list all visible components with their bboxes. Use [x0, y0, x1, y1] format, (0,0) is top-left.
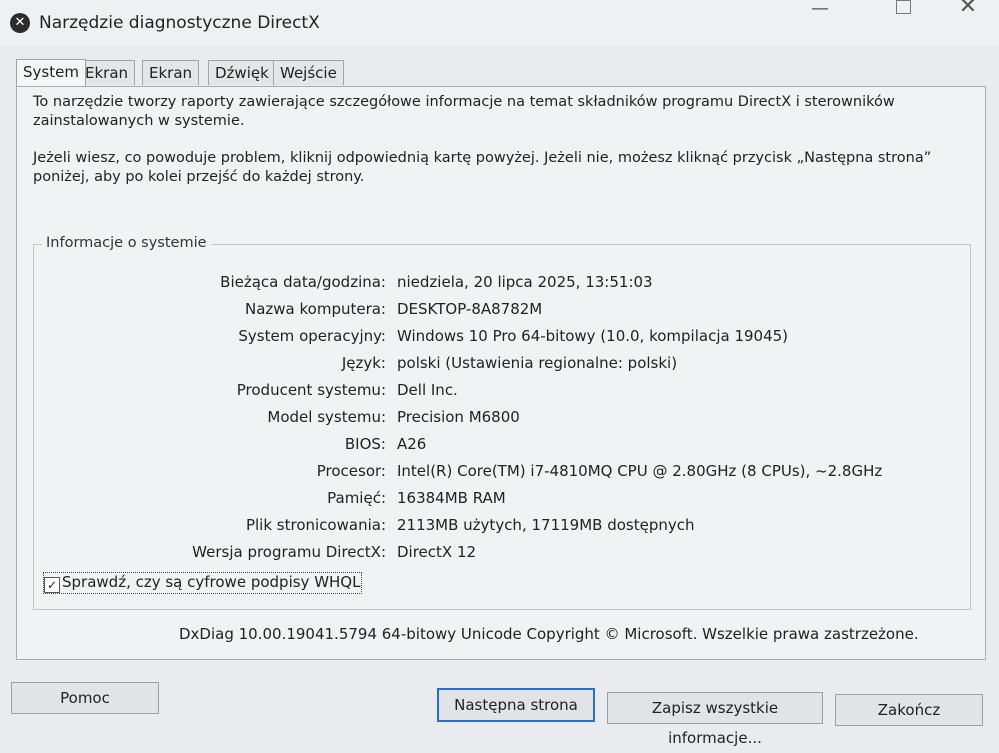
info-row-page-file: Plik stronicowania: 2113MB użytych, 1711…	[34, 516, 964, 542]
next-page-button[interactable]: Następna strona	[437, 688, 595, 722]
info-row-computer-name: Nazwa komputera: DESKTOP-8A8782M	[34, 300, 964, 326]
info-row-directx-version: Wersja programu DirectX: DirectX 12	[34, 543, 964, 569]
info-row-os: System operacyjny: Windows 10 Pro 64-bit…	[34, 327, 964, 353]
info-value: niedziela, 20 lipca 2025, 13:51:03	[397, 273, 653, 291]
instructions-text: Jeżeli wiesz, co powoduje problem, klikn…	[33, 150, 932, 185]
info-label: Nazwa komputera:	[244, 300, 386, 318]
info-row-manufacturer: Producent systemu: Dell Inc.	[34, 381, 964, 407]
info-label: Model systemu:	[267, 408, 386, 426]
info-label: Procesor:	[316, 462, 386, 480]
save-all-info-button[interactable]: Zapisz wszystkie informacje...	[607, 692, 823, 747]
exit-button[interactable]: Zakończ	[835, 694, 983, 726]
info-row-datetime: Bieżąca data/godzina: niedziela, 20 lipc…	[34, 273, 964, 299]
info-label: System operacyjny:	[238, 327, 386, 345]
info-row-memory: Pamięć: 16384MB RAM	[34, 489, 964, 515]
tab-ekran-1[interactable]: Ekran 1	[78, 60, 136, 106]
directx-x-icon: ✕	[10, 13, 30, 33]
info-label: Język:	[341, 354, 386, 372]
info-value: DirectX 12	[397, 543, 477, 561]
system-tab-panel: To narzędzie tworzy raporty zawierające …	[16, 86, 986, 660]
close-button[interactable]: ✕	[948, 0, 988, 19]
tab-wejscie[interactable]: Wejście	[273, 60, 344, 85]
info-value: Windows 10 Pro 64-bitowy (10.0, kompilac…	[397, 327, 789, 345]
info-value: Precision M6800	[397, 408, 520, 426]
info-value: Intel(R) Core(TM) i7-4810MQ CPU @ 2.80GH…	[397, 462, 883, 480]
whql-checkbox[interactable]: ✓	[44, 577, 60, 593]
maximize-button[interactable]	[883, 0, 923, 20]
info-label: Producent systemu:	[236, 381, 386, 399]
info-row-bios: BIOS: A26	[34, 435, 964, 461]
system-info-group: Informacje o systemie Bieżąca data/godzi…	[33, 235, 971, 610]
info-label: Bieżąca data/godzina:	[220, 273, 386, 291]
window-title: Narzędzie diagnostyczne DirectX	[39, 13, 320, 33]
minimize-button[interactable]: —	[800, 0, 840, 19]
title-bar: ✕ Narzędzie diagnostyczne DirectX — ✕	[0, 0, 999, 46]
info-value: polski (Ustawienia regionalne: polski)	[397, 354, 678, 372]
info-label: BIOS:	[344, 435, 386, 453]
info-value: 16384MB RAM	[397, 489, 506, 507]
info-value: DESKTOP-8A8782M	[397, 300, 543, 318]
tab-system[interactable]: System	[16, 59, 86, 86]
info-label: Wersja programu DirectX:	[192, 543, 386, 561]
system-info-legend: Informacje o systemie	[42, 235, 211, 251]
tab-dzwiek[interactable]: Dźwięk	[208, 60, 276, 85]
info-value: A26	[397, 435, 427, 453]
info-row-language: Język: polski (Ustawienia regionalne: po…	[34, 354, 964, 380]
info-row-processor: Procesor: Intel(R) Core(TM) i7-4810MQ CP…	[34, 462, 964, 488]
maximize-icon	[895, 0, 911, 14]
whql-label: Sprawdź, czy są cyfrowe podpisy WHQL	[62, 573, 361, 591]
help-button[interactable]: Pomoc	[11, 682, 159, 714]
info-label: Pamięć:	[327, 489, 386, 507]
tab-ekran-2[interactable]: Ekran 2	[142, 60, 200, 106]
info-label: Plik stronicowania:	[245, 516, 386, 534]
intro-text: To narzędzie tworzy raporty zawierające …	[33, 94, 895, 129]
copyright-text: DxDiag 10.00.19041.5794 64-bitowy Unicod…	[179, 625, 919, 643]
whql-check-option[interactable]: ✓ Sprawdź, czy są cyfrowe podpisy WHQL	[43, 572, 363, 594]
info-row-model: Model systemu: Precision M6800	[34, 408, 964, 434]
info-value: 2113MB użytych, 17119MB dostępnych	[397, 516, 695, 534]
info-value: Dell Inc.	[397, 381, 458, 399]
